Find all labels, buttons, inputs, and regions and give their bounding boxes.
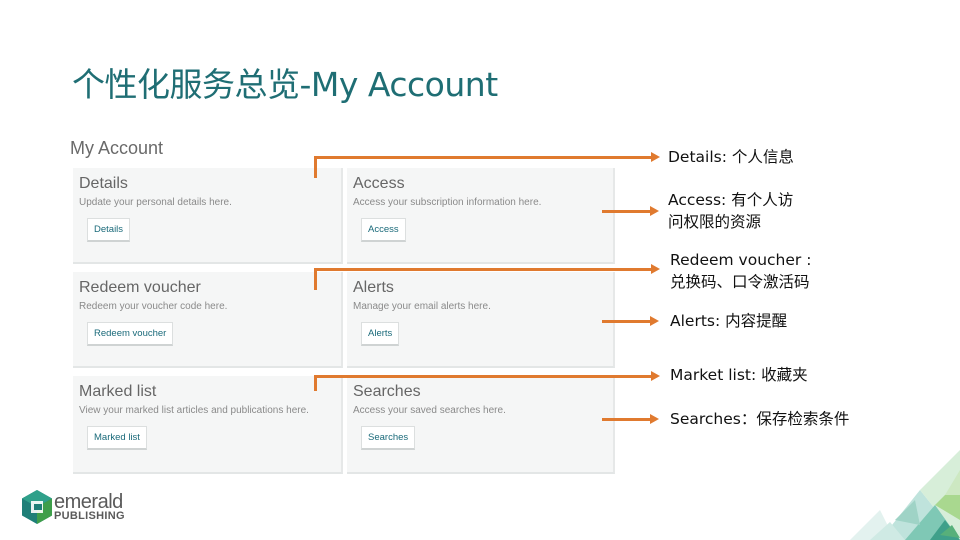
redeem-connector-vertical	[314, 268, 317, 290]
searches-arrowhead	[650, 414, 659, 424]
marked-list-note: Market list: 收藏夹	[670, 366, 808, 384]
redeem-voucher-button[interactable]: Redeem voucher	[87, 322, 174, 346]
details-button[interactable]: Details	[87, 218, 131, 242]
details-connector-horizontal	[314, 156, 654, 159]
marked-list-card: Marked list View your marked list articl…	[73, 376, 343, 474]
emerald-logo-icon	[22, 490, 52, 524]
alerts-card: Alerts Manage your email alerts here. Al…	[347, 272, 615, 368]
my-account-heading: My Account	[70, 138, 164, 158]
access-connector	[602, 210, 652, 213]
details-arrowhead	[651, 152, 660, 162]
logo-subtitle: PUBLISHING	[54, 510, 125, 522]
marked-list-arrowhead	[651, 371, 660, 381]
searches-note: Searches：保存检索条件	[670, 410, 850, 428]
searches-button[interactable]: Searches	[361, 426, 416, 450]
redeem-voucher-card-description: Redeem your voucher code here.	[79, 301, 228, 312]
alerts-button[interactable]: Alerts	[361, 322, 400, 346]
access-card-description: Access your subscription information her…	[353, 197, 542, 208]
details-card-title: Details	[79, 175, 128, 192]
decorative-triangles	[850, 450, 960, 540]
searches-card: Searches Access your saved searches here…	[347, 376, 615, 474]
redeem-arrowhead	[651, 264, 660, 274]
access-note: Access: 有个人访 问权限的资源	[668, 191, 794, 231]
marked-list-card-description: View your marked list articles and publi…	[79, 405, 309, 416]
searches-connector	[602, 418, 652, 421]
access-card: Access Access your subscription informat…	[347, 168, 615, 264]
marked-list-card-title: Marked list	[79, 383, 157, 400]
alerts-arrowhead	[650, 316, 659, 326]
searches-card-description: Access your saved searches here.	[353, 405, 506, 416]
redeem-voucher-card-title: Redeem voucher	[79, 279, 201, 296]
access-button[interactable]: Access	[361, 218, 406, 242]
access-card-title: Access	[353, 175, 405, 192]
marked-list-button[interactable]: Marked list	[87, 426, 147, 450]
details-card-description: Update your personal details here.	[79, 197, 232, 208]
details-card: Details Update your personal details her…	[73, 168, 343, 264]
redeem-voucher-card: Redeem voucher Redeem your voucher code …	[73, 272, 343, 368]
alerts-connector	[602, 320, 652, 323]
alerts-note: Alerts: 内容提醒	[670, 312, 788, 330]
access-arrowhead	[650, 206, 659, 216]
details-connector-vertical	[314, 156, 317, 178]
alerts-card-title: Alerts	[353, 279, 394, 296]
redeem-voucher-note: Redeem voucher : 兑换码、口令激活码	[670, 251, 812, 291]
details-note: Details: 个人信息	[668, 148, 794, 166]
searches-card-title: Searches	[353, 383, 421, 400]
marked-list-connector-horizontal	[314, 375, 654, 378]
alerts-card-description: Manage your email alerts here.	[353, 301, 491, 312]
redeem-connector-horizontal	[314, 268, 654, 271]
slide-title: 个性化服务总览-My Account	[72, 65, 498, 104]
